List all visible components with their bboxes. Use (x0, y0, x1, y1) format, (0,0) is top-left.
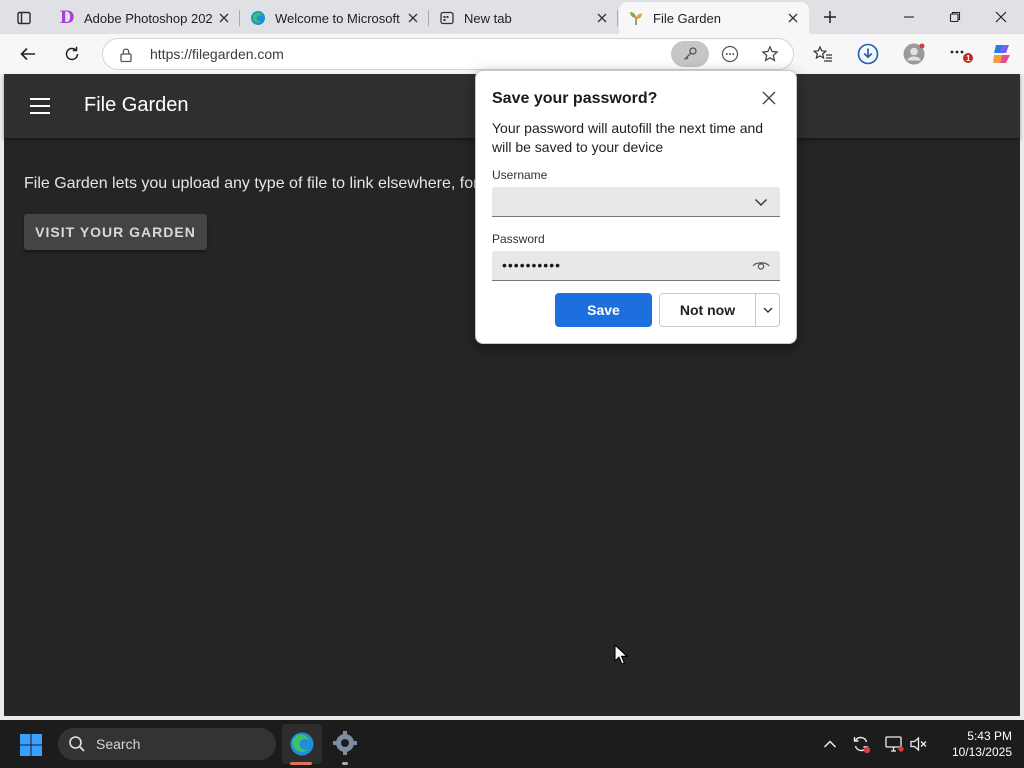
close-tab-icon[interactable] (785, 10, 801, 26)
dialog-description: Your password will autofill the next tim… (492, 120, 764, 155)
eye-icon[interactable] (752, 257, 770, 275)
close-icon (762, 91, 776, 105)
windows-logo-icon (20, 734, 42, 756)
tab-title: Welcome to Microsoft Edge (275, 10, 401, 26)
settings-more-button[interactable]: 1 (945, 40, 975, 68)
copilot-button[interactable] (987, 40, 1017, 68)
favorites-button[interactable] (808, 40, 838, 68)
plus-icon (824, 11, 836, 23)
close-icon (995, 11, 1007, 23)
visit-garden-button[interactable]: VISIT YOUR GARDEN (24, 214, 207, 250)
close-dialog-button[interactable] (759, 88, 779, 108)
close-tab-icon[interactable] (216, 10, 232, 26)
restore-icon (949, 11, 961, 23)
download-badge: 1 (966, 54, 971, 63)
tab-photoshop[interactable]: D Adobe Photoshop 2025 (50, 2, 240, 34)
clock-date: 10/13/2025 (951, 745, 1012, 759)
taskbar-settings-button[interactable] (330, 728, 360, 758)
save-password-button[interactable]: Save (555, 293, 652, 327)
tab-title: File Garden (653, 10, 721, 26)
not-now-options-button[interactable] (756, 294, 780, 326)
clock-time: 5:43 PM (967, 729, 1012, 743)
downloads-button[interactable] (853, 40, 883, 68)
key-icon (684, 47, 697, 60)
tab-new-tab[interactable]: New tab (430, 2, 618, 34)
username-label: Username (492, 168, 548, 182)
start-button[interactable] (18, 732, 44, 758)
volume-tray-button[interactable] (908, 733, 930, 755)
password-key-button[interactable] (671, 41, 709, 67)
dialog-title: Save your password? (492, 90, 658, 107)
profile-avatar-icon (903, 43, 925, 65)
settings-running-indicator (342, 762, 348, 765)
tab-edge-welcome[interactable]: Welcome to Microsoft Edge (241, 2, 429, 34)
sync-tray-button[interactable] (850, 733, 872, 755)
taskbar-search[interactable]: Search (58, 728, 276, 760)
taskbar-edge-button[interactable] (282, 724, 322, 764)
chevron-down-icon[interactable] (752, 193, 770, 211)
photoshop-d-icon: D (59, 8, 75, 28)
chevron-up-icon (823, 740, 837, 748)
edge-icon (249, 9, 267, 27)
dots-circle-icon (721, 45, 739, 63)
minimize-button[interactable] (894, 4, 924, 30)
url-text[interactable]: https://filegarden.com (150, 46, 284, 62)
tab-title: Adobe Photoshop 2025 (84, 10, 212, 26)
chevron-down-icon (763, 307, 773, 313)
profile-button[interactable] (899, 40, 929, 68)
file-garden-icon (627, 9, 645, 27)
tab-file-garden[interactable]: File Garden (619, 2, 809, 34)
refresh-icon (65, 46, 79, 61)
new-tab-button[interactable] (818, 6, 842, 28)
taskbar-clock[interactable]: 5:43 PM 10/13/2025 (938, 728, 1012, 760)
app-title: File Garden (84, 94, 189, 116)
tab-strip: D Adobe Photoshop 2025 Welcome to Micros… (0, 0, 1024, 34)
close-tab-icon[interactable] (405, 10, 421, 26)
speaker-muted-icon (910, 736, 927, 752)
password-field[interactable]: •••••••••• (492, 251, 780, 281)
close-window-button[interactable] (986, 4, 1016, 30)
not-now-split-button: Not now (659, 293, 780, 327)
not-now-button[interactable]: Not now (660, 294, 755, 326)
sync-alert-icon (853, 736, 871, 754)
more-dots-circle-button[interactable] (711, 41, 749, 67)
restore-button[interactable] (940, 4, 970, 30)
taskbar: Search 5:43 PM 10/13/2025 (0, 720, 1024, 768)
password-label: Password (492, 232, 545, 246)
browser-toolbar: https://filegarden.com 1 (0, 34, 1024, 74)
tab-actions-button[interactable] (10, 7, 38, 29)
refresh-button[interactable] (57, 40, 87, 68)
copilot-icon (993, 45, 1010, 63)
add-favorite-button[interactable] (751, 41, 789, 67)
intro-text: File Garden lets you upload any type of … (24, 175, 476, 192)
back-arrow-icon (20, 47, 35, 61)
tab-actions-icon (17, 11, 31, 25)
close-tab-icon[interactable] (594, 10, 610, 26)
minimize-icon (904, 16, 914, 18)
monitor-icon (885, 736, 904, 752)
tab-title: New tab (464, 10, 512, 26)
search-placeholder: Search (96, 736, 141, 752)
show-hidden-icons-button[interactable] (820, 734, 840, 754)
password-value: •••••••••• (502, 257, 562, 273)
star-icon (761, 45, 779, 62)
mouse-cursor-icon (614, 643, 629, 671)
favorites-star-list-icon (813, 45, 832, 62)
search-icon (69, 736, 85, 752)
menu-hamburger-icon[interactable] (30, 98, 50, 114)
gear-icon (333, 731, 357, 755)
newtab-icon (438, 9, 456, 27)
address-bar[interactable]: https://filegarden.com (102, 38, 794, 70)
edge-icon (290, 732, 314, 756)
back-button[interactable] (13, 40, 43, 68)
edge-active-indicator (290, 762, 312, 765)
save-password-dialog: Save your password? Your password will a… (475, 70, 797, 344)
display-tray-button[interactable] (883, 733, 905, 755)
username-field[interactable] (492, 187, 780, 217)
lock-icon[interactable] (117, 46, 135, 64)
download-icon (857, 43, 879, 65)
